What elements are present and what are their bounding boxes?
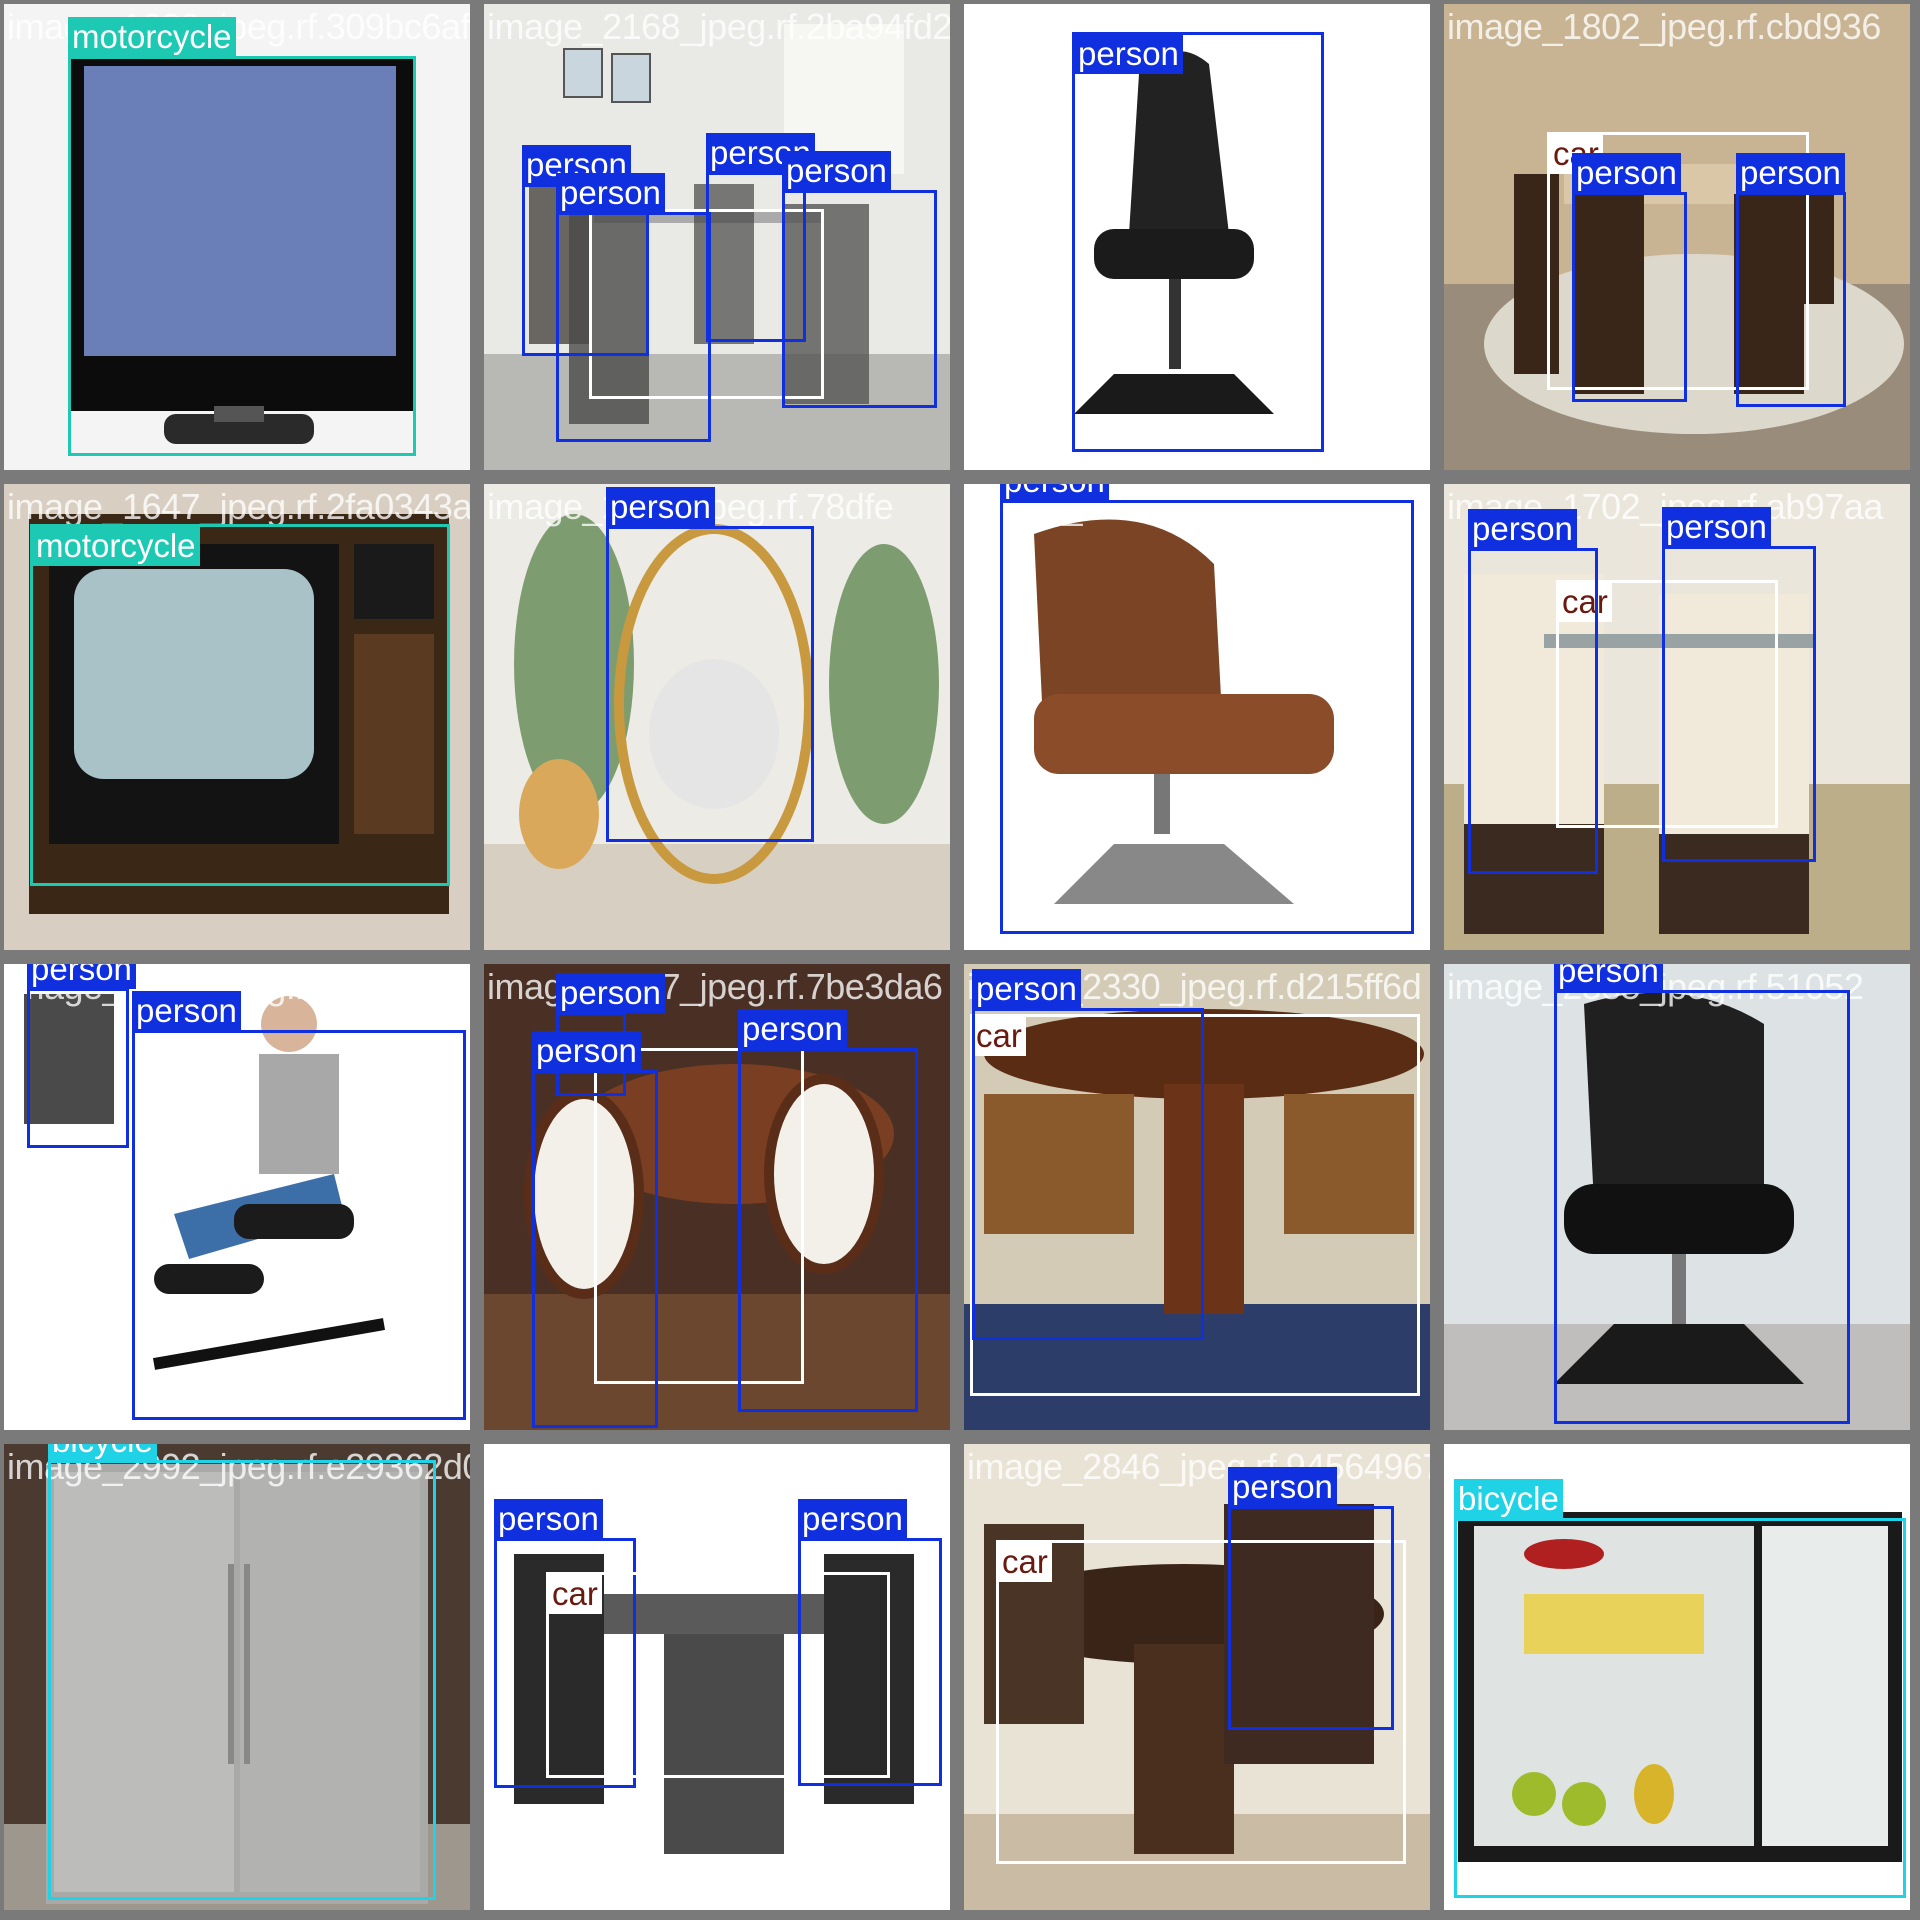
class-label: bicycle [48, 1444, 157, 1461]
filename-label: image_1647_jpeg.rf.2fa0343ac [7, 486, 470, 527]
filename-label: image_2846_jpeg.rf.94564967 [967, 1446, 1430, 1487]
tile[interactable]: image_1639_jpeg.rf.309bc6aff98 motorcycl… [4, 4, 470, 470]
detection-box-person[interactable]: person [27, 964, 136, 1148]
class-label: person [1228, 1467, 1337, 1507]
detection-box-person[interactable]: person [532, 1031, 658, 1428]
detection-box-person[interactable]: person [972, 969, 1204, 1340]
detection-box-person[interactable]: person [606, 487, 814, 842]
tile[interactable]: image_1802_jpeg.rf.cbd936 car person per… [1444, 4, 1910, 470]
detection-box-person[interactable]: person [1072, 32, 1324, 452]
detection-box-person[interactable]: person [1554, 964, 1850, 1424]
class-label: person [606, 487, 715, 527]
class-label: person [1468, 509, 1577, 549]
detection-box-person[interactable]: person [1000, 484, 1414, 934]
detection-box-bicycle[interactable]: bicycle [1454, 1479, 1906, 1898]
filename-label: image_2906_jpeg.rf.3e1c094 [487, 1446, 941, 1487]
class-label: car [998, 1542, 1052, 1582]
tile[interactable]: image_2017_jpeg.rf.7be3da6 person person… [484, 964, 950, 1430]
detection-box-person[interactable]: person [556, 173, 711, 442]
class-label: person [798, 1499, 907, 1539]
class-label: person [1662, 507, 1771, 547]
class-label: person [1554, 964, 1663, 991]
class-label: person [782, 151, 891, 191]
detection-box-motorcycle[interactable]: motorcycle [68, 17, 416, 456]
mosaic-grid: image_1639_jpeg.rf.309bc6aff98 motorcycl… [0, 0, 1920, 1920]
tile[interactable]: image_1647_jpeg.rf.2fa0343ac motorcycle [4, 484, 470, 950]
tile[interactable]: image_2992_jpeg.rf.e29362d08 bicycle [4, 1444, 470, 1910]
tile[interactable]: image_1700_jpeg.rf.387876 person person [4, 964, 470, 1430]
class-label: person [1000, 484, 1109, 501]
tile[interactable]: image_2330_jpeg.rf.d215ff6d car person [964, 964, 1430, 1430]
class-label: motorcycle [32, 526, 200, 566]
class-label: person [738, 1009, 847, 1049]
class-label: person [1572, 153, 1681, 193]
detection-box-person[interactable]: person [1468, 509, 1598, 874]
class-label: person [972, 969, 1081, 1009]
tile[interactable]: image_2380_jpeg.rf.78dfe person [484, 484, 950, 950]
detection-box-person[interactable]: person [1228, 1467, 1394, 1730]
tile[interactable]: image_2168_jpeg.rf.2ba94fd22 person pers… [484, 4, 950, 470]
class-label: person [556, 173, 665, 213]
class-label: car [548, 1574, 602, 1614]
class-label: person [132, 991, 241, 1031]
tile[interactable]: image_1702_jpeg.rf.ab97aa car person per… [1444, 484, 1910, 950]
tile[interactable]: image_2906_jpeg.rf.3e1c094 person car pe… [484, 1444, 950, 1910]
detection-box-motorcycle[interactable]: motorcycle [30, 524, 450, 886]
tile[interactable]: image_2385_jpeg.rf.51052 person [1444, 964, 1910, 1430]
detection-box-bicycle[interactable]: bicycle [48, 1444, 436, 1900]
class-label: person [494, 1499, 603, 1539]
filename-label: image_2168_jpeg.rf.2ba94fd22 [487, 6, 950, 47]
detection-box-person[interactable]: person [1662, 507, 1816, 862]
class-label: bicycle [1454, 1479, 1563, 1519]
tile[interactable]: image_2714_jpeg.rf.92fbd75 bicycle [1444, 1444, 1910, 1910]
tile[interactable]: image_2846_jpeg.rf.94564967 car person [964, 1444, 1430, 1910]
tile[interactable]: image_1880_jpeg.rf.78dfec2 person [964, 484, 1430, 950]
filename-label: image_1802_jpeg.rf.cbd936 [1447, 6, 1881, 47]
detection-box-person[interactable]: person [1572, 153, 1687, 402]
class-label: person [532, 1031, 641, 1071]
detection-box-person[interactable]: person [782, 151, 937, 408]
class-label: person [1736, 153, 1845, 193]
tile[interactable]: image_2296_jpeg.rf.4600081fe person [964, 4, 1430, 470]
class-label: person [556, 973, 665, 1013]
class-label: person [1074, 34, 1183, 74]
class-label: motorcycle [68, 17, 236, 57]
class-label: person [27, 964, 136, 989]
detection-box-person[interactable]: person [738, 1009, 918, 1412]
detection-box-person[interactable]: person [1736, 153, 1846, 407]
detection-box-person[interactable]: person [132, 991, 466, 1420]
detection-box-person[interactable]: person [798, 1499, 942, 1786]
